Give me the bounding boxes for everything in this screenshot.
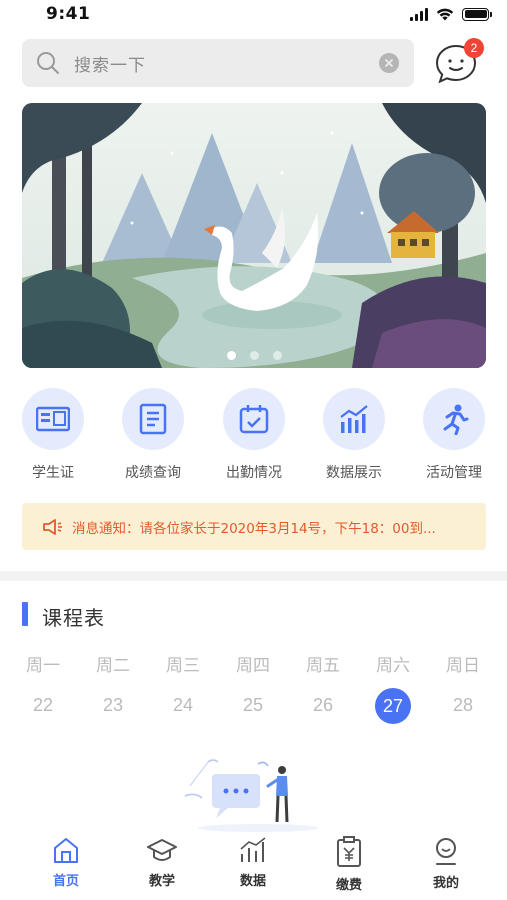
date-number: 28 bbox=[452, 695, 474, 715]
date-cell[interactable]: 25 bbox=[218, 688, 288, 722]
status-icons bbox=[410, 7, 492, 21]
tab-home[interactable]: 首页 bbox=[26, 836, 106, 889]
date-number: 25 bbox=[242, 695, 264, 715]
shortcut-grades[interactable]: 成绩查询 bbox=[103, 388, 203, 482]
wifi-icon bbox=[436, 8, 454, 21]
shortcut-attendance[interactable]: 出勤情况 bbox=[204, 388, 304, 482]
tab-label: 缴费 bbox=[335, 878, 362, 893]
shortcut-label: 活动管理 bbox=[426, 465, 482, 481]
megaphone-icon bbox=[43, 518, 62, 535]
section-divider bbox=[0, 571, 507, 581]
shortcut-grid: 学生证 成绩查询 出勤情况 数据展示 活动管理 bbox=[0, 388, 507, 488]
weekday-label: 周一 bbox=[26, 656, 60, 676]
date-cell-selected[interactable]: 27 bbox=[358, 688, 428, 724]
shortcut-student-id[interactable]: 学生证 bbox=[3, 388, 103, 482]
battery-icon bbox=[462, 7, 492, 21]
bar-chart-icon bbox=[240, 837, 266, 862]
shortcut-label: 出勤情况 bbox=[226, 465, 282, 481]
banner-illustration bbox=[22, 103, 486, 368]
tab-label: 数据 bbox=[239, 874, 266, 889]
weekday-label: 周二 bbox=[96, 656, 130, 676]
profile-icon bbox=[436, 838, 456, 865]
shortcut-label: 成绩查询 bbox=[125, 465, 181, 481]
date-cell[interactable]: 23 bbox=[78, 688, 148, 722]
cellular-signal-icon bbox=[410, 7, 428, 21]
date-number: 24 bbox=[172, 695, 194, 715]
empty-state-illustration bbox=[184, 759, 318, 832]
search-icon bbox=[37, 52, 59, 74]
weekday-label: 周日 bbox=[446, 656, 480, 676]
weekday-label: 周三 bbox=[166, 656, 200, 676]
shortcut-data[interactable]: 数据展示 bbox=[304, 388, 404, 482]
weekday-label: 周四 bbox=[236, 656, 270, 676]
schedule-title: 课程表 bbox=[42, 606, 105, 630]
tab-mine[interactable]: 我的 bbox=[406, 836, 486, 891]
search-input[interactable]: 搜索一下 bbox=[22, 39, 414, 87]
tab-payment[interactable]: 缴费 bbox=[309, 836, 389, 893]
date-cell[interactable]: 28 bbox=[428, 688, 498, 722]
data-chart-icon bbox=[340, 405, 368, 433]
date-cell[interactable]: 22 bbox=[8, 688, 78, 722]
grades-icon bbox=[139, 403, 167, 435]
bottom-tab-bar: 首页 教学 数据 缴费 我的 bbox=[0, 836, 507, 900]
tab-label: 首页 bbox=[52, 874, 79, 889]
message-badge: 2 bbox=[464, 38, 484, 58]
date-cell[interactable]: 24 bbox=[148, 688, 218, 722]
clear-icon[interactable] bbox=[378, 52, 400, 74]
carousel-indicators bbox=[22, 351, 486, 360]
carousel-dot[interactable] bbox=[226, 351, 236, 360]
date-number: 22 bbox=[32, 695, 54, 715]
carousel-dot[interactable] bbox=[249, 351, 259, 360]
tab-data[interactable]: 数据 bbox=[213, 836, 293, 889]
student-id-icon bbox=[36, 406, 70, 432]
search-placeholder: 搜索一下 bbox=[74, 55, 146, 76]
date-number: 23 bbox=[102, 695, 124, 715]
status-time: 9:41 bbox=[46, 4, 91, 24]
notice-bar[interactable]: 消息通知：请各位家长于2020年3月14号，下午18：00到... bbox=[22, 503, 486, 550]
tab-label: 教学 bbox=[148, 874, 175, 889]
shortcut-activities[interactable]: 活动管理 bbox=[404, 388, 504, 482]
date-number: 26 bbox=[312, 695, 334, 715]
weekday-row: 周一 周二 周三 周四 周五 周六 周日 bbox=[8, 651, 498, 676]
payment-icon bbox=[337, 836, 361, 867]
tab-teaching[interactable]: 教学 bbox=[122, 836, 202, 889]
shortcut-label: 学生证 bbox=[32, 465, 74, 481]
home-icon bbox=[54, 838, 78, 863]
running-icon bbox=[443, 404, 469, 435]
tab-label: 我的 bbox=[432, 876, 459, 891]
date-cell[interactable]: 26 bbox=[288, 688, 358, 722]
date-row: 22 23 24 25 26 27 28 bbox=[8, 688, 498, 724]
weekday-label: 周五 bbox=[306, 656, 340, 676]
weekday-label: 周六 bbox=[376, 656, 410, 676]
attendance-icon bbox=[239, 405, 269, 434]
date-number: 27 bbox=[375, 688, 411, 724]
graduation-cap-icon bbox=[147, 839, 177, 861]
banner-carousel[interactable] bbox=[22, 103, 486, 368]
carousel-dot[interactable] bbox=[272, 351, 282, 360]
status-bar: 9:41 bbox=[0, 0, 507, 30]
section-marker bbox=[22, 602, 28, 626]
notice-text: 消息通知：请各位家长于2020年3月14号，下午18：00到... bbox=[72, 520, 436, 537]
shortcut-label: 数据展示 bbox=[326, 465, 382, 481]
